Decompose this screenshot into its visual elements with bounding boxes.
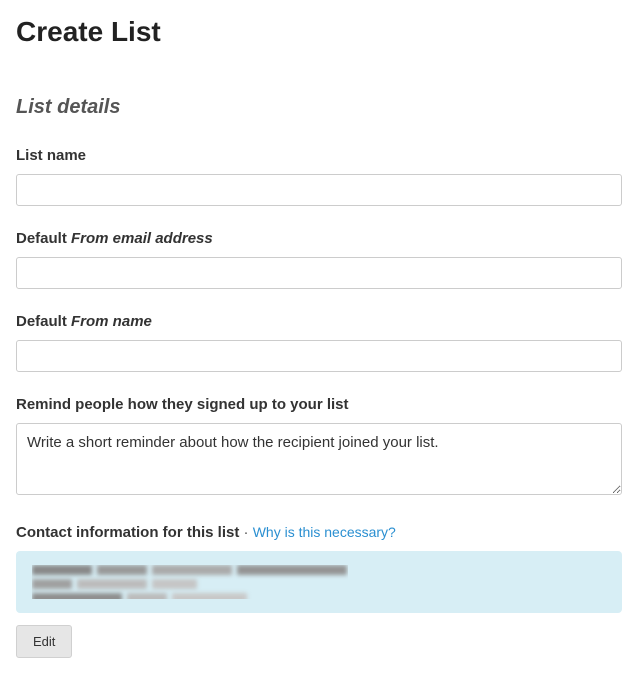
contact-info-label: Contact information for this list · Why … — [16, 524, 622, 541]
contact-separator: · — [239, 524, 252, 541]
contact-info-text: Contact information for this list — [16, 524, 239, 541]
from-email-label-prefix: Default — [16, 230, 71, 247]
form-group-from-name: Default From name — [16, 313, 622, 372]
form-group-list-name: List name — [16, 147, 622, 206]
reminder-label: Remind people how they signed up to your… — [16, 396, 622, 413]
contact-info-redacted — [32, 565, 348, 599]
contact-help-link[interactable]: Why is this necessary? — [253, 524, 396, 540]
page-title: Create List — [16, 16, 622, 48]
from-email-label: Default From email address — [16, 230, 622, 247]
reminder-textarea[interactable]: Write a short reminder about how the rec… — [16, 423, 622, 495]
contact-info-box — [16, 551, 622, 613]
from-email-label-italic: From email address — [71, 230, 213, 247]
from-name-label: Default From name — [16, 313, 622, 330]
from-name-input[interactable] — [16, 340, 622, 372]
list-name-label: List name — [16, 147, 622, 164]
section-list-details-title: List details — [16, 96, 622, 119]
from-name-label-italic: From name — [71, 313, 152, 330]
list-name-input[interactable] — [16, 174, 622, 206]
from-email-input[interactable] — [16, 257, 622, 289]
form-group-from-email: Default From email address — [16, 230, 622, 289]
form-group-contact: Contact information for this list · Why … — [16, 524, 622, 658]
from-name-label-prefix: Default — [16, 313, 71, 330]
edit-contact-button[interactable]: Edit — [16, 625, 72, 658]
form-group-reminder: Remind people how they signed up to your… — [16, 396, 622, 500]
